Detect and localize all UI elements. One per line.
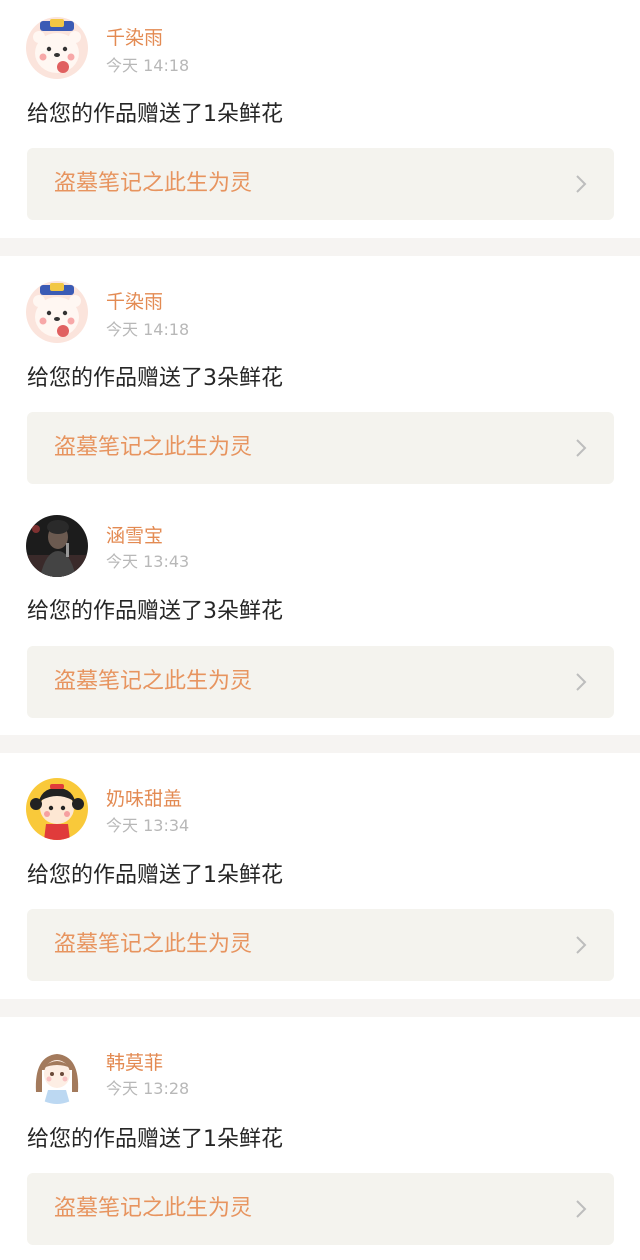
- chevron-right-icon: [576, 175, 587, 193]
- gift-message: 给您的作品赠送了1朵鲜花: [27, 1127, 283, 1152]
- section-divider: [0, 735, 640, 753]
- cartoon-girl-avatar[interactable]: [26, 778, 88, 840]
- work-title: 盗墓笔记之此生为灵: [54, 932, 253, 957]
- work-link-card[interactable]: 盗墓笔记之此生为灵: [27, 412, 614, 484]
- work-link-card[interactable]: 盗墓笔记之此生为灵: [27, 909, 614, 981]
- timestamp: 今天 14:18: [106, 320, 190, 339]
- gift-message: 给您的作品赠送了3朵鲜花: [27, 599, 283, 624]
- timestamp: 今天 13:28: [106, 1079, 190, 1098]
- singer-photo-avatar[interactable]: [26, 515, 88, 577]
- work-title: 盗墓笔记之此生为灵: [54, 435, 253, 460]
- gift-message: 给您的作品赠送了1朵鲜花: [27, 102, 283, 127]
- timestamp: 今天 13:34: [106, 816, 190, 835]
- username[interactable]: 涵雪宝: [106, 524, 163, 548]
- work-link-card[interactable]: 盗墓笔记之此生为灵: [27, 646, 614, 718]
- work-title: 盗墓笔记之此生为灵: [54, 669, 253, 694]
- chevron-right-icon: [576, 1200, 587, 1218]
- username[interactable]: 奶味甜盖: [106, 787, 182, 811]
- chevron-right-icon: [576, 673, 587, 691]
- work-title: 盗墓笔记之此生为灵: [54, 171, 253, 196]
- chevron-right-icon: [576, 439, 587, 457]
- work-title: 盗墓笔记之此生为灵: [54, 1196, 253, 1221]
- gift-message: 给您的作品赠送了1朵鲜花: [27, 863, 283, 888]
- gift-message: 给您的作品赠送了3朵鲜花: [27, 366, 283, 391]
- chevron-right-icon: [576, 936, 587, 954]
- work-link-card[interactable]: 盗墓笔记之此生为灵: [27, 148, 614, 220]
- work-link-card[interactable]: 盗墓笔记之此生为灵: [27, 1173, 614, 1245]
- bear-avatar-icon[interactable]: [26, 17, 88, 79]
- username[interactable]: 千染雨: [106, 290, 163, 314]
- section-divider: [0, 999, 640, 1017]
- timestamp: 今天 13:43: [106, 552, 190, 571]
- username[interactable]: 千染雨: [106, 26, 163, 50]
- bear-avatar-icon[interactable]: [26, 281, 88, 343]
- timestamp: 今天 14:18: [106, 56, 190, 75]
- section-divider: [0, 238, 640, 256]
- anime-girl-avatar[interactable]: [26, 1042, 88, 1104]
- username[interactable]: 韩莫菲: [106, 1051, 163, 1075]
